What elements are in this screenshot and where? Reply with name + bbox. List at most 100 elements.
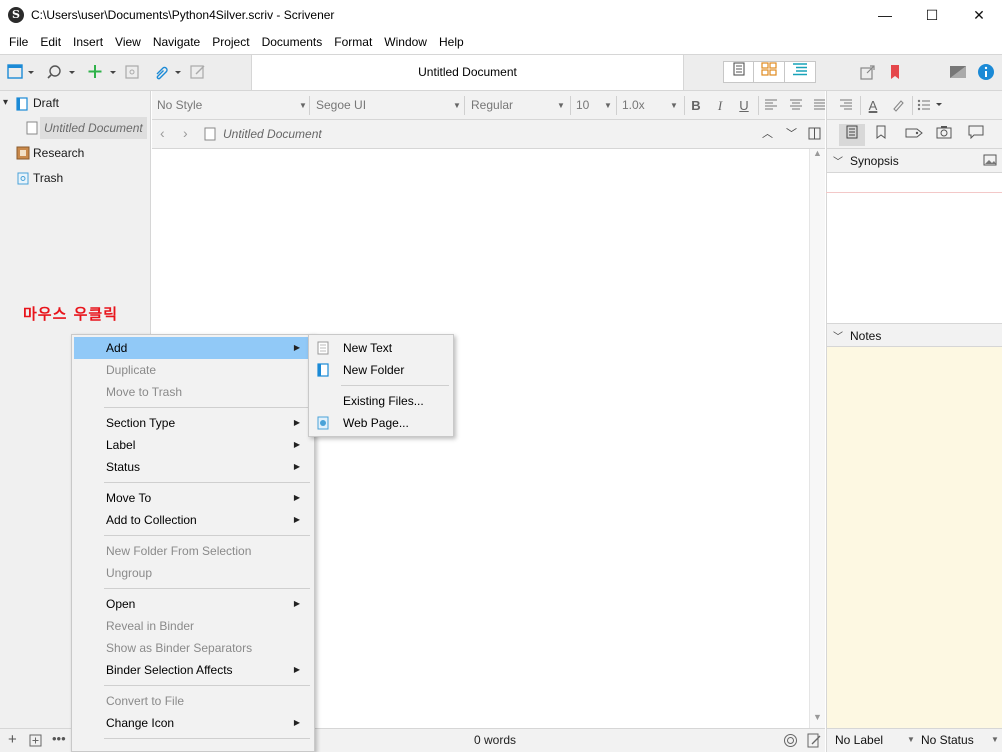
search-button[interactable] bbox=[43, 63, 77, 83]
previous-doc-icon[interactable]: ︿ bbox=[762, 125, 773, 141]
ctx-item-change-icon[interactable]: Change Icon ▶ bbox=[74, 712, 312, 734]
ctx-item-convert-to-file[interactable]: Convert to File bbox=[74, 690, 312, 712]
sub-item-new-text[interactable]: New Text bbox=[311, 337, 451, 359]
window-title: C:\Users\user\Documents\Python4Silver.sc… bbox=[31, 8, 335, 22]
image-icon[interactable] bbox=[983, 154, 997, 166]
more-options-icon[interactable]: ••• bbox=[52, 731, 66, 746]
menu-separator bbox=[104, 407, 310, 408]
sub-item-web-page[interactable]: Web Page... bbox=[311, 412, 451, 434]
menu-help[interactable]: Help bbox=[433, 31, 470, 54]
paragraph-style-select[interactable]: No Style ▼ bbox=[157, 95, 309, 116]
ctx-item-ungroup[interactable]: Ungroup bbox=[74, 562, 312, 584]
share-button[interactable] bbox=[858, 63, 878, 83]
ctx-label: Convert to File bbox=[106, 694, 185, 708]
menu-navigate[interactable]: Navigate bbox=[147, 31, 206, 54]
bold-button[interactable]: B bbox=[688, 95, 704, 116]
split-view-icon[interactable] bbox=[808, 127, 821, 140]
synopsis-text-area[interactable] bbox=[826, 173, 1002, 323]
italic-button[interactable]: I bbox=[712, 95, 728, 116]
status-select[interactable]: No Status ▼ bbox=[921, 733, 1002, 751]
next-doc-icon[interactable]: ﹀ bbox=[786, 125, 797, 141]
ctx-item-open[interactable]: Open ▶ bbox=[74, 593, 312, 615]
view-corkboard-button[interactable] bbox=[754, 62, 785, 82]
collapse-arrow-icon[interactable]: ﹀ bbox=[833, 328, 843, 343]
binder-item-untitled-document[interactable]: Untitled Document bbox=[24, 117, 148, 139]
compose-mode-button[interactable] bbox=[948, 63, 968, 83]
synopsis-header[interactable]: ﹀ Synopsis bbox=[826, 149, 1002, 173]
ctx-item-move-to[interactable]: Move To ▶ bbox=[74, 487, 312, 509]
align-center-icon[interactable] bbox=[789, 99, 803, 111]
ctx-item-binder-selection-affects[interactable]: Binder Selection Affects ▶ bbox=[74, 659, 312, 681]
align-right-icon[interactable] bbox=[839, 99, 853, 111]
underline-button[interactable]: U bbox=[736, 95, 752, 116]
sub-label: New Text bbox=[343, 341, 393, 355]
attach-button[interactable] bbox=[151, 63, 185, 83]
edit-toolbar-button[interactable] bbox=[189, 63, 207, 83]
collapse-arrow-icon[interactable]: ﹀ bbox=[833, 153, 843, 168]
align-left-icon[interactable] bbox=[764, 99, 778, 111]
minimize-button[interactable]: — bbox=[862, 0, 908, 31]
sub-item-existing-files[interactable]: Existing Files... bbox=[311, 390, 451, 412]
tab-snapshots[interactable] bbox=[931, 124, 957, 146]
ctx-item-duplicate[interactable]: Duplicate bbox=[74, 359, 312, 381]
sub-item-new-folder[interactable]: New Folder bbox=[311, 359, 451, 381]
font-family-select[interactable]: Segoe UI ▼ bbox=[316, 95, 464, 116]
forward-arrow-icon[interactable]: › bbox=[183, 125, 188, 141]
menu-format[interactable]: Format bbox=[328, 31, 378, 54]
text-color-button[interactable]: A bbox=[865, 95, 881, 116]
ctx-item-show-as-binder-separators[interactable]: Show as Binder Separators bbox=[74, 637, 312, 659]
close-button[interactable]: ✕ bbox=[956, 0, 1002, 31]
ctx-item-section-type[interactable]: Section Type ▶ bbox=[74, 412, 312, 434]
align-justify-icon[interactable] bbox=[814, 99, 825, 111]
binder-toggle-button[interactable] bbox=[5, 63, 39, 83]
expand-arrow-icon[interactable]: ▾ bbox=[3, 92, 8, 114]
font-size-select[interactable]: 10 ▼ bbox=[576, 95, 616, 116]
editor-scrollbar[interactable]: ▲ ▼ bbox=[809, 148, 825, 728]
dropdown-caret-icon: ▼ bbox=[907, 735, 915, 744]
binder-item-research[interactable]: Research bbox=[0, 142, 150, 164]
view-document-button[interactable] bbox=[724, 62, 755, 82]
binder-item-draft[interactable]: ▾ Draft bbox=[0, 92, 150, 114]
label-select[interactable]: No Label ▼ bbox=[835, 733, 917, 751]
inspector-toggle-button[interactable] bbox=[976, 63, 996, 83]
trash-toolbar-button[interactable] bbox=[123, 63, 141, 83]
tab-metadata[interactable] bbox=[901, 124, 927, 146]
sub-label: New Folder bbox=[343, 363, 405, 377]
ctx-item-new-folder-from-selection[interactable]: New Folder From Selection bbox=[74, 540, 312, 562]
add-button[interactable] bbox=[85, 63, 119, 83]
maximize-button[interactable]: ☐ bbox=[909, 0, 955, 31]
scroll-down-icon[interactable]: ▼ bbox=[813, 712, 822, 722]
menu-window[interactable]: Window bbox=[378, 31, 433, 54]
scroll-up-icon[interactable]: ▲ bbox=[813, 148, 822, 158]
synopsis-title: Synopsis bbox=[850, 154, 899, 168]
menu-view[interactable]: View bbox=[109, 31, 147, 54]
font-weight-select[interactable]: Regular ▼ bbox=[471, 95, 571, 116]
add-folder-icon[interactable] bbox=[29, 734, 42, 747]
notes-header[interactable]: ﹀ Notes bbox=[826, 323, 1002, 347]
line-spacing-select[interactable]: 1.0x ▼ bbox=[622, 95, 682, 116]
tab-notes[interactable] bbox=[839, 124, 865, 146]
menu-insert[interactable]: Insert bbox=[67, 31, 109, 54]
ctx-item-add[interactable]: Add ▶ bbox=[74, 337, 312, 359]
ctx-item-label[interactable]: Label ▶ bbox=[74, 434, 312, 456]
ctx-item-status[interactable]: Status ▶ bbox=[74, 456, 312, 478]
bookmark-button[interactable] bbox=[886, 63, 904, 83]
target-icon[interactable] bbox=[783, 733, 798, 748]
menu-edit[interactable]: Edit bbox=[34, 31, 67, 54]
view-outline-button[interactable] bbox=[785, 62, 815, 82]
menu-documents[interactable]: Documents bbox=[256, 31, 329, 54]
edit-note-icon[interactable] bbox=[807, 733, 821, 748]
menu-project[interactable]: Project bbox=[206, 31, 255, 54]
ctx-item-add-to-collection[interactable]: Add to Collection ▶ bbox=[74, 509, 312, 531]
tab-comments[interactable] bbox=[963, 124, 989, 146]
list-icon[interactable] bbox=[917, 99, 943, 111]
ctx-item-move-to-trash[interactable]: Move to Trash bbox=[74, 381, 312, 403]
binder-item-trash[interactable]: Trash bbox=[0, 167, 150, 189]
back-arrow-icon[interactable]: ‹ bbox=[160, 125, 165, 141]
add-item-icon[interactable]: + bbox=[8, 731, 17, 748]
tab-bookmarks[interactable] bbox=[868, 124, 894, 146]
ctx-item-reveal-in-binder[interactable]: Reveal in Binder bbox=[74, 615, 312, 637]
notes-text-area[interactable] bbox=[826, 347, 1002, 728]
highlight-icon[interactable] bbox=[891, 98, 905, 112]
menu-file[interactable]: File bbox=[3, 31, 34, 54]
